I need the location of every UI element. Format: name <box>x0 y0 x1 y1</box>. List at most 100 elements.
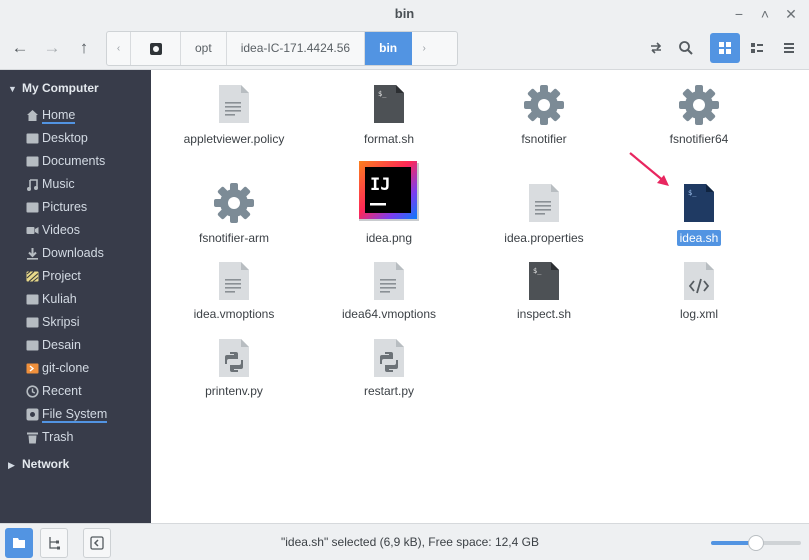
path-scroll-left-button[interactable]: ‹ <box>107 32 131 65</box>
sidebar-item-label: Skripsi <box>42 315 80 329</box>
show-places-button[interactable] <box>5 528 33 558</box>
path-segment-idea[interactable]: idea-IC-171.4424.56 <box>227 32 366 65</box>
path-segment-bin[interactable]: bin <box>365 32 413 65</box>
striped-folder-icon <box>26 271 39 282</box>
folder-icon <box>26 294 39 305</box>
sidebar-item-label: Pictures <box>42 200 88 214</box>
sidebar-item-music[interactable]: Music <box>24 175 144 195</box>
file-item[interactable]: IJ idea.png <box>311 160 467 250</box>
file-item[interactable]: idea64.vmoptions <box>311 260 467 330</box>
path-segment-opt[interactable]: opt <box>181 32 227 65</box>
file-view[interactable]: appletviewer.policy $_ format.sh fsnotif… <box>151 70 809 523</box>
maximize-icon[interactable]: ˄ <box>757 6 773 22</box>
intellij-logo-text: IJ <box>370 175 390 195</box>
grid-icon <box>719 42 731 54</box>
video-icon <box>26 227 39 234</box>
toggle-location-button[interactable] <box>641 33 671 63</box>
sidebar-item-label: Recent <box>42 384 82 398</box>
file-item[interactable]: log.xml <box>621 260 777 330</box>
close-icon[interactable]: ✕ <box>783 6 799 22</box>
text-file-icon <box>219 85 249 123</box>
folder-icon <box>26 340 39 351</box>
list-view-button[interactable] <box>742 33 772 63</box>
file-item[interactable]: idea.properties <box>466 180 622 250</box>
sidebar-item-label: File System <box>42 407 108 423</box>
file-name: idea.properties <box>504 231 584 245</box>
sidebar-item-recent[interactable]: Recent <box>24 382 144 402</box>
file-name: idea64.vmoptions <box>341 307 437 321</box>
file-item[interactable]: idea.vmoptions <box>156 260 312 330</box>
file-item[interactable]: fsnotifier-arm <box>156 180 312 250</box>
sidebar-item-videos[interactable]: Videos <box>24 221 144 241</box>
file-item[interactable]: printenv.py <box>156 337 312 407</box>
file-item[interactable]: fsnotifier64 <box>621 82 777 152</box>
file-item[interactable]: fsnotifier <box>466 82 622 152</box>
music-icon <box>27 179 38 191</box>
icon-view-button[interactable] <box>710 33 740 63</box>
sidebar-section-my-computer[interactable]: ▼ My Computer <box>8 81 99 95</box>
search-icon <box>679 41 693 55</box>
executable-gear-icon <box>214 183 254 223</box>
file-name: format.sh <box>363 132 414 146</box>
back-button[interactable]: ← <box>8 36 32 60</box>
annotation-arrow-icon <box>629 152 669 186</box>
sidebar-item-label: Desktop <box>42 131 88 145</box>
sidebar-item-project[interactable]: Project <box>24 267 144 287</box>
file-name: inspect.sh <box>516 307 572 321</box>
intellij-image-icon: IJ <box>359 161 419 221</box>
sidebar-item-home[interactable]: Home <box>24 106 144 126</box>
zoom-slider[interactable] <box>711 535 801 551</box>
search-button[interactable] <box>671 33 701 63</box>
sidebar-item-downloads[interactable]: Downloads <box>24 244 144 264</box>
path-bar: ‹ opt idea-IC-171.4424.56 bin › <box>106 31 458 66</box>
text-file-icon <box>219 262 249 300</box>
show-tree-button[interactable] <box>40 528 68 558</box>
collapse-arrow-icon: ▶ <box>8 460 15 470</box>
svg-text:$_: $_ <box>378 90 387 98</box>
drive-icon <box>26 408 39 421</box>
download-icon <box>27 248 38 260</box>
minimize-icon[interactable]: − <box>731 6 747 22</box>
sidebar-item-desain[interactable]: Desain <box>24 336 144 356</box>
status-text: "idea.sh" selected (6,9 kB), Free space:… <box>281 535 539 549</box>
git-folder-icon <box>26 363 39 374</box>
sidebar-item-trash[interactable]: Trash <box>24 428 144 448</box>
sidebar-item-kuliah[interactable]: Kuliah <box>24 290 144 310</box>
folder-icon <box>26 156 39 167</box>
sidebar-section-network[interactable]: ▶ Network <box>8 457 69 471</box>
file-name: fsnotifier64 <box>669 132 729 146</box>
sidebar-item-desktop[interactable]: Desktop <box>24 129 144 149</box>
sidebar-item-git-clone[interactable]: git-clone <box>24 359 144 379</box>
sidebar-item-file-system[interactable]: File System <box>24 405 144 425</box>
compact-list-icon <box>784 43 794 53</box>
file-item[interactable]: restart.py <box>311 337 467 407</box>
file-name: idea.png <box>365 231 413 245</box>
toggle-sidebar-button[interactable] <box>83 528 111 558</box>
executable-gear-icon <box>679 85 719 125</box>
file-item[interactable]: $_ inspect.sh <box>466 260 622 330</box>
file-item[interactable]: appletviewer.policy <box>156 82 312 152</box>
path-root-drive-button[interactable] <box>131 32 181 65</box>
file-item[interactable]: $_ format.sh <box>311 82 467 152</box>
file-name: fsnotifier <box>521 132 567 146</box>
sidebar-item-documents[interactable]: Documents <box>24 152 144 172</box>
forward-button[interactable]: → <box>40 36 64 60</box>
path-scroll-right-button[interactable]: › <box>412 32 436 65</box>
sidebar-item-pictures[interactable]: Pictures <box>24 198 144 218</box>
compact-view-button[interactable] <box>774 33 804 63</box>
sidebar-item-skripsi[interactable]: Skripsi <box>24 313 144 333</box>
svg-text:$_: $_ <box>688 189 697 197</box>
zoom-slider-handle[interactable] <box>748 535 764 551</box>
script-file-icon: $_ <box>684 184 714 222</box>
sidebar: ▼ My Computer Home Desktop Documents Musi… <box>0 70 151 523</box>
location-toggle-icon <box>651 42 662 54</box>
file-name: fsnotifier-arm <box>198 231 269 245</box>
status-bar: "idea.sh" selected (6,9 kB), Free space:… <box>0 523 809 560</box>
window-title: bin <box>394 6 415 21</box>
folder-icon <box>26 317 39 328</box>
up-button[interactable]: ↑ <box>72 36 96 60</box>
hide-sidebar-icon <box>90 536 104 550</box>
file-name: idea.sh <box>676 230 722 246</box>
home-icon <box>27 110 38 121</box>
sidebar-item-label: Desain <box>42 338 81 352</box>
